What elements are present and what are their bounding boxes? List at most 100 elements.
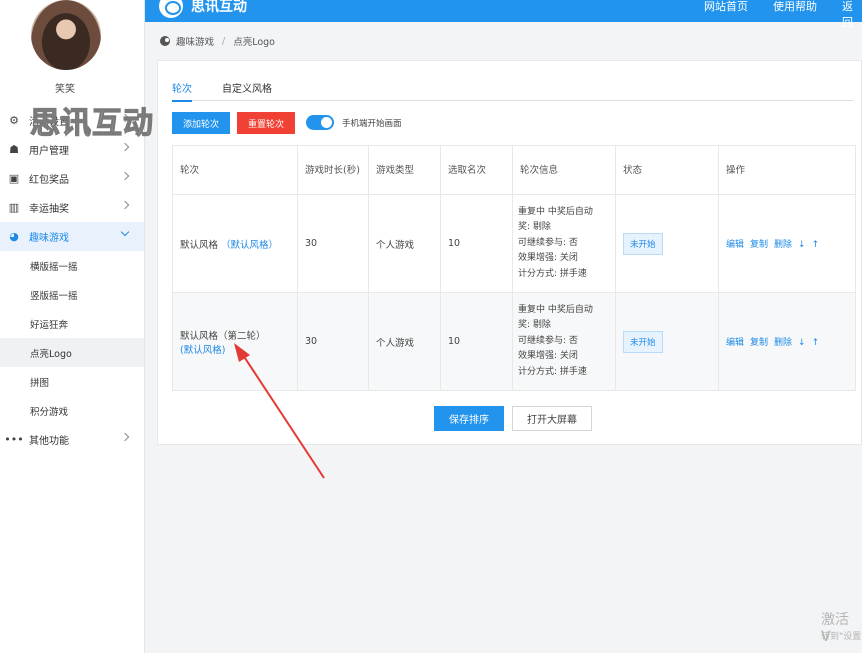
edit-link[interactable]: 编辑 <box>726 338 744 348</box>
main-card: 轮次 自定义风格 添加轮次 重置轮次 手机端开始画面 轮次 游戏时长(秒) 游戏… <box>157 60 862 445</box>
round-cell: 默认风格（第二轮） (默认风格) <box>172 292 298 391</box>
sidebar-subitem-points-game[interactable]: 积分游戏 <box>0 396 144 425</box>
copy-link[interactable]: 复制 <box>750 338 768 348</box>
delete-link[interactable]: 删除 <box>774 338 792 348</box>
round-info-cell: 重复中 中奖后自动 奖: 剔除 可继续参与: 否 效果增强: 关闭 计分方式: … <box>512 194 616 293</box>
operations-cell: 编辑 复制 删除 ↓ ↑ <box>718 292 856 391</box>
sidebar-subitem-vertical-shake[interactable]: 竖版摇一摇 <box>0 280 144 309</box>
duration-cell: 30 <box>297 292 369 391</box>
windows-activation-subtext: 转到"设置 <box>821 632 862 642</box>
gift-icon: ▣ <box>8 172 20 185</box>
sidebar-item-more-functions[interactable]: ••• 其他功能 <box>0 425 144 454</box>
move-down-icon[interactable]: ↓ <box>798 338 806 348</box>
status-cell: 未开始 <box>615 194 719 293</box>
move-up-icon[interactable]: ↑ <box>812 338 820 348</box>
status-badge: 未开始 <box>623 232 663 255</box>
sidebar-item-label: 用户管理 <box>29 146 69 157</box>
delete-link[interactable]: 删除 <box>774 240 792 250</box>
operations-cell: 编辑 复制 删除 ↓ ↑ <box>718 194 856 293</box>
open-big-screen-button[interactable]: 打开大屏幕 <box>512 406 592 431</box>
game-icon <box>160 36 170 46</box>
column-header: 游戏时长(秒) <box>297 145 369 195</box>
avatar[interactable] <box>31 0 101 70</box>
chevron-right-icon <box>120 432 130 442</box>
rank-cell: 10 <box>440 292 513 391</box>
info-line: 效果增强: 关闭 <box>518 351 578 362</box>
top-bar: 思讯互动 网站首页 使用帮助 返回 <box>145 0 862 29</box>
breadcrumb-item-current: 点亮Logo <box>233 37 275 48</box>
sidebar-item-label: 红包奖品 <box>29 175 69 186</box>
column-header: 操作 <box>718 145 856 195</box>
sidebar-subitem-lucky-run[interactable]: 好运狂奔 <box>0 309 144 338</box>
sidebar-item-activity-settings[interactable]: ⚙ 活动设置 <box>0 106 144 135</box>
sidebar-item-lucky-draw[interactable]: ▥ 幸运抽奖 <box>0 193 144 222</box>
more-dots-icon: ••• <box>4 433 24 446</box>
status-badge: 未开始 <box>623 330 663 353</box>
info-line: 奖: 剔除 <box>518 222 551 233</box>
username: 笑笑 <box>55 84 75 95</box>
move-down-icon[interactable]: ↓ <box>798 240 806 250</box>
sidebar-item-red-packet[interactable]: ▣ 红包奖品 <box>0 164 144 193</box>
tab-custom-style[interactable]: 自定义风格 <box>222 80 272 102</box>
sidebar-item-label: 活动设置 <box>29 117 69 128</box>
column-header: 轮次信息 <box>512 145 616 195</box>
chevron-right-icon <box>120 113 130 123</box>
lottery-icon: ▥ <box>8 201 20 214</box>
column-header: 状态 <box>615 145 719 195</box>
round-info-cell: 重复中 中奖后自动 奖: 剔除 可继续参与: 否 效果增强: 关闭 计分方式: … <box>512 292 616 391</box>
info-line: 重复中 中奖后自动 <box>518 206 593 217</box>
breadcrumb-item[interactable]: 趣味游戏 <box>176 34 214 48</box>
round-name: 默认风格 <box>180 239 219 251</box>
sidebar-menu: ⚙ 活动设置 ☗ 用户管理 ▣ 红包奖品 ▥ 幸运抽奖 ◕ 趣味游戏 横版摇一摇… <box>0 106 144 454</box>
user-icon: ☗ <box>9 143 19 156</box>
nav-help-link[interactable]: 使用帮助 <box>773 0 817 14</box>
toggle-label: 手机端开始画面 <box>342 119 402 129</box>
rounds-table: 轮次 游戏时长(秒) 游戏类型 选取名次 轮次信息 状态 操作 默认风格 （默认… <box>172 145 856 391</box>
round-name: 默认风格（第二轮） <box>180 330 266 342</box>
rank-cell: 10 <box>440 194 513 293</box>
info-line: 重复中 中奖后自动 <box>518 304 593 315</box>
sidebar-item-user-management[interactable]: ☗ 用户管理 <box>0 135 144 164</box>
gear-icon: ⚙ <box>9 114 19 127</box>
save-order-button[interactable]: 保存排序 <box>434 406 504 431</box>
column-header: 轮次 <box>172 145 298 195</box>
type-cell: 个人游戏 <box>368 292 441 391</box>
column-header: 选取名次 <box>440 145 513 195</box>
style-link[interactable]: (默认风格) <box>180 345 225 356</box>
brand-name: 思讯互动 <box>191 0 247 15</box>
info-line: 计分方式: 拼手速 <box>518 268 587 279</box>
tab-bar: 轮次 自定义风格 <box>172 79 854 102</box>
style-link[interactable]: （默认风格） <box>221 240 278 251</box>
info-line: 可继续参与: 否 <box>518 237 578 248</box>
brand-logo-icon <box>159 0 183 18</box>
add-round-button[interactable]: 添加轮次 <box>172 112 230 134</box>
info-line: 奖: 剔除 <box>518 320 551 331</box>
sidebar-subitem-light-logo[interactable]: 点亮Logo <box>0 338 144 367</box>
chevron-down-icon <box>120 227 130 237</box>
sidebar-subitem-puzzle[interactable]: 拼图 <box>0 367 144 396</box>
game-icon: ◕ <box>9 230 19 243</box>
sidebar-item-fun-games[interactable]: ◕ 趣味游戏 <box>0 222 144 251</box>
round-cell: 默认风格 （默认风格） <box>172 194 298 293</box>
column-header: 游戏类型 <box>368 145 441 195</box>
info-line: 计分方式: 拼手速 <box>518 366 587 377</box>
copy-link[interactable]: 复制 <box>750 240 768 250</box>
table-row: 默认风格 （默认风格） 30 个人游戏 10 重复中 中奖后自动 奖: 剔除 可… <box>172 194 856 293</box>
tab-rounds[interactable]: 轮次 <box>172 80 192 102</box>
type-cell: 个人游戏 <box>368 194 441 293</box>
chevron-right-icon <box>120 200 130 210</box>
chevron-right-icon <box>120 142 130 152</box>
nav-home-link[interactable]: 网站首页 <box>704 0 748 14</box>
info-line: 可继续参与: 否 <box>518 335 578 346</box>
move-up-icon[interactable]: ↑ <box>812 240 820 250</box>
nav-back-link[interactable]: 返回 <box>842 0 862 30</box>
duration-cell: 30 <box>297 194 369 293</box>
sidebar-item-label: 幸运抽奖 <box>29 204 69 215</box>
sidebar-subitem-horizontal-shake[interactable]: 横版摇一摇 <box>0 251 144 280</box>
reset-round-button[interactable]: 重置轮次 <box>237 112 295 134</box>
chevron-right-icon <box>120 171 130 181</box>
edit-link[interactable]: 编辑 <box>726 240 744 250</box>
breadcrumb-separator: / <box>222 35 226 47</box>
mobile-start-screen-toggle[interactable] <box>306 115 334 130</box>
info-line: 效果增强: 关闭 <box>518 253 578 264</box>
